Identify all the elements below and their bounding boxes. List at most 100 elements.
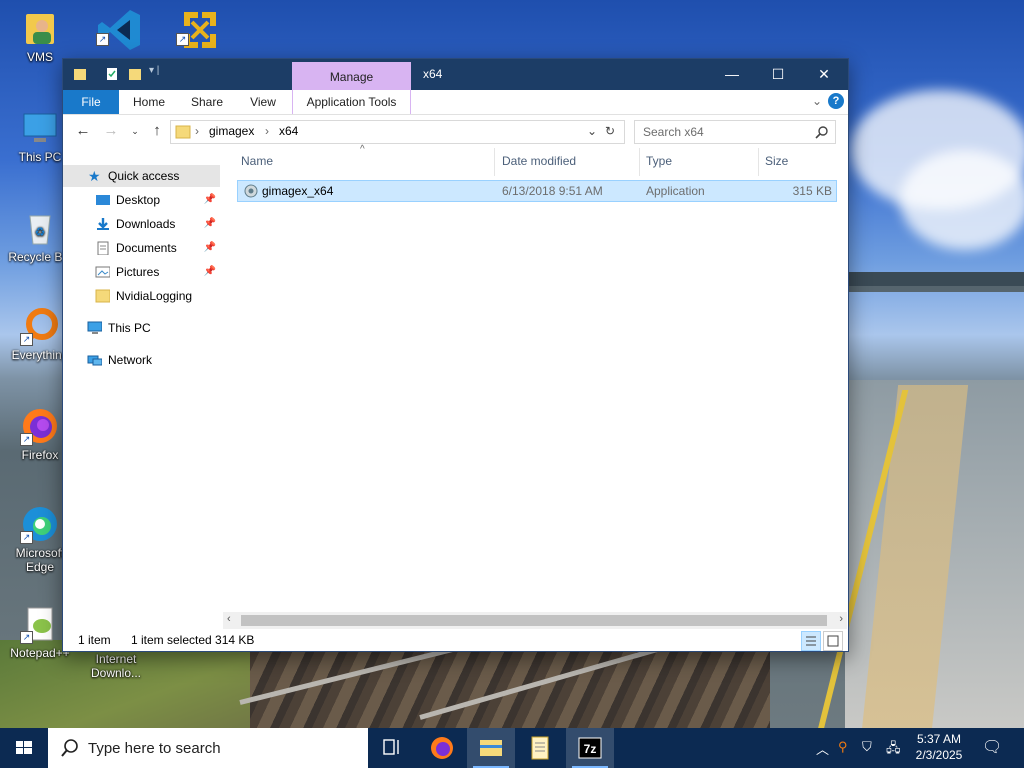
forward-arrow-icon[interactable]: → — [101, 121, 121, 141]
column-divider[interactable] — [494, 148, 495, 176]
column-divider[interactable] — [639, 148, 640, 176]
search-icon — [61, 739, 78, 757]
maximize-icon[interactable]: ☐ — [755, 59, 801, 90]
desktop-icon — [96, 195, 110, 205]
application-gear-icon — [244, 184, 258, 198]
nav-nvidialogging[interactable]: NvidiaLogging — [63, 285, 220, 307]
security-shield-icon[interactable]: ⛉ — [862, 739, 872, 755]
firefox-icon: ↗ — [20, 406, 60, 446]
column-header-date[interactable]: Date modified — [502, 154, 576, 168]
recycle-bin-icon: ♻ — [20, 208, 60, 248]
desktop-icon-vscode[interactable]: ↗ — [82, 6, 150, 50]
nav-downloads[interactable]: Downloads 📌 — [63, 213, 220, 235]
taskbar-search-box[interactable]: Type here to search — [48, 728, 368, 768]
address-dropdown-icon[interactable]: ⌄ — [587, 124, 597, 138]
search-input[interactable]: Search x64 — [634, 120, 836, 144]
clock-date: 2/3/2025 — [915, 748, 963, 762]
computer-icon — [87, 321, 102, 334]
clock[interactable]: 5:37 AM 2/3/2025 — [912, 731, 966, 763]
taskbar: Type here to search 7z ︿ ⚲ ⛉ 🖧 5:37 AM 2… — [0, 728, 1024, 768]
column-divider[interactable] — [758, 148, 759, 176]
nav-quick-access[interactable]: ★ Quick access — [63, 165, 220, 187]
desktop-icon-vms[interactable]: VMS — [6, 8, 74, 64]
windows-logo-icon — [16, 741, 32, 754]
window-title: x64 — [423, 67, 443, 81]
column-header-size[interactable]: Size — [765, 154, 788, 168]
address-bar[interactable]: › gimagex › x64 ⌄ ↻ — [170, 120, 625, 144]
file-explorer-taskbar-icon[interactable] — [467, 728, 515, 768]
tab-file[interactable]: File — [63, 90, 119, 114]
pin-icon[interactable]: 📌 — [204, 189, 216, 211]
properties-icon[interactable] — [105, 67, 119, 81]
network-icon — [87, 355, 102, 366]
network-tray-icon[interactable]: 🖧 — [886, 739, 901, 761]
back-arrow-icon[interactable]: ← — [73, 121, 93, 141]
desktop-icon-vmware[interactable]: ↗ — [162, 6, 230, 48]
task-view-icon[interactable] — [368, 728, 416, 768]
desktop-icon-label: Internet Downlo... — [90, 652, 142, 680]
file-list: ^ Name Date modified Type Size gimagex_x… — [237, 144, 837, 613]
large-icons-view-icon[interactable] — [823, 631, 843, 651]
scroll-right-icon[interactable]: › — [839, 613, 843, 625]
tab-share[interactable]: Share — [183, 90, 231, 114]
breadcrumb-gimagex[interactable]: gimagex — [209, 124, 254, 138]
pin-icon[interactable]: 📌 — [204, 261, 216, 283]
minimize-icon[interactable]: — — [709, 59, 755, 90]
tab-home[interactable]: Home — [125, 90, 173, 114]
new-folder-icon[interactable] — [128, 67, 142, 81]
7zip-taskbar-icon[interactable]: 7z — [566, 728, 614, 768]
svg-text:♻: ♻ — [35, 225, 46, 239]
file-name: gimagex_x64 — [262, 184, 334, 198]
nav-label: Pictures — [116, 265, 160, 279]
expand-ribbon-icon[interactable]: ⌄ — [812, 94, 822, 108]
file-date: 6/13/2018 9:51 AM — [502, 184, 603, 198]
help-icon[interactable]: ? — [828, 93, 844, 109]
table-row[interactable]: gimagex_x64 6/13/2018 9:51 AM Applicatio… — [237, 180, 837, 202]
notepad-taskbar-icon[interactable] — [516, 728, 564, 768]
document-icon — [97, 241, 109, 255]
breadcrumb-x64[interactable]: x64 — [279, 124, 298, 138]
folder-icon — [95, 289, 110, 303]
column-header-name[interactable]: Name — [241, 154, 273, 168]
nav-label: Desktop — [116, 193, 161, 207]
start-button[interactable] — [0, 728, 48, 768]
title-bar[interactable]: ▾ | Manage x64 — ☐ ✕ — [63, 59, 848, 90]
svg-text:7z: 7z — [584, 742, 597, 756]
tab-application-tools[interactable]: Application Tools — [292, 90, 411, 114]
pin-icon[interactable]: 📌 — [204, 237, 216, 259]
nav-label: This PC — [108, 321, 151, 335]
tab-view[interactable]: View — [239, 90, 287, 114]
column-header-type[interactable]: Type — [646, 154, 672, 168]
up-arrow-icon[interactable]: ↑ — [147, 121, 167, 141]
recent-locations-chevron-icon[interactable]: ⌄ — [125, 121, 145, 141]
scroll-left-icon[interactable]: ‹ — [227, 613, 231, 625]
nav-documents[interactable]: Documents 📌 — [63, 237, 220, 259]
firefox-taskbar-icon[interactable] — [418, 728, 466, 768]
folder-icon — [175, 125, 191, 139]
show-hidden-icons-chevron-icon[interactable]: ︿ — [816, 739, 829, 758]
status-item-count: 1 item — [78, 633, 111, 647]
notifications-icon[interactable]: 🗨 — [982, 737, 1002, 757]
nav-label: Downloads — [116, 217, 176, 231]
desktop-icon-idm[interactable]: Internet Downlo... — [82, 652, 150, 680]
everything-tray-icon[interactable]: ⚲ — [838, 739, 848, 755]
status-bar: 1 item 1 item selected 314 KB — [63, 630, 848, 651]
horizontal-scrollbar[interactable]: ‹ › — [223, 612, 847, 629]
pictures-icon — [95, 266, 110, 278]
star-icon: ★ — [88, 168, 101, 184]
manage-context-tab[interactable]: Manage — [292, 62, 411, 90]
nav-desktop[interactable]: Desktop 📌 — [63, 189, 220, 211]
nav-label: Quick access — [108, 169, 180, 183]
nav-network[interactable]: Network — [63, 349, 220, 371]
navigation-bar: ← → ⌄ ↑ › gimagex › x64 ⌄ ↻ Search x64 — [63, 115, 848, 147]
refresh-icon[interactable]: ↻ — [605, 124, 615, 138]
scrollbar-thumb[interactable] — [241, 615, 827, 626]
nav-pictures[interactable]: Pictures 📌 — [63, 261, 220, 283]
close-icon[interactable]: ✕ — [801, 59, 847, 90]
qat-dropdown-icon[interactable]: ▾ | — [149, 65, 159, 76]
details-view-icon[interactable] — [801, 631, 821, 651]
pin-icon[interactable]: 📌 — [204, 213, 216, 235]
vmware-icon: ↗ — [176, 6, 216, 48]
nav-this-pc[interactable]: This PC — [63, 317, 220, 339]
folder-icon — [74, 69, 86, 80]
